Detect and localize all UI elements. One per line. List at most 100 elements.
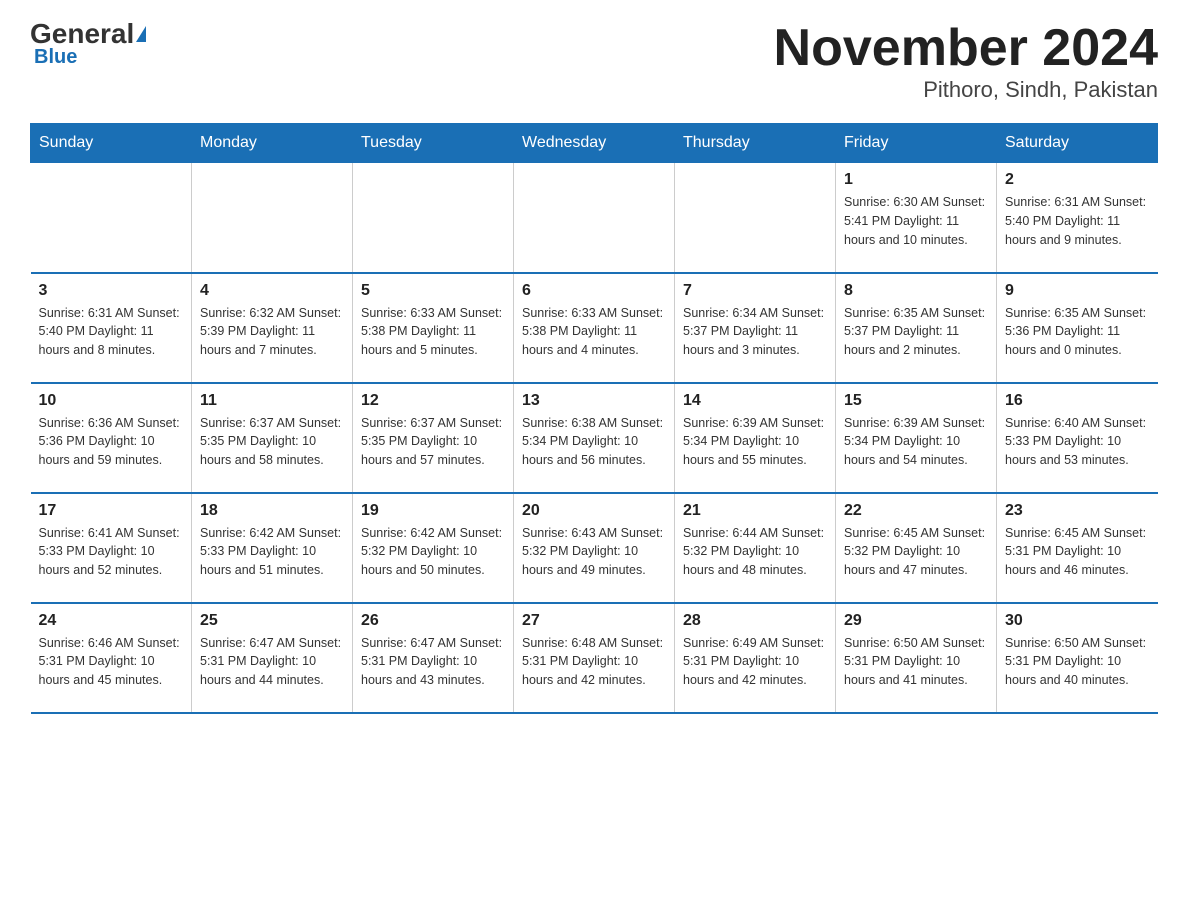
calendar-cell: 26 Sunrise: 6:47 AM Sunset: 5:31 PM Dayli… (353, 603, 514, 713)
calendar-cell: 9Sunrise: 6:35 AM Sunset: 5:36 PM Daylig… (997, 273, 1158, 383)
day-number: 10 (39, 392, 184, 410)
day-number: 19 (361, 502, 505, 520)
header-tuesday: Tuesday (353, 124, 514, 163)
day-number: 27 (522, 612, 666, 630)
day-info: Sunrise: 6:45 AM Sunset: 5:32 PM Dayligh… (844, 524, 988, 580)
calendar-cell: 8 Sunrise: 6:35 AM Sunset: 5:37 PM Daylig… (836, 273, 997, 383)
logo-blue: Blue (34, 46, 77, 69)
day-number: 28 (683, 612, 827, 630)
day-number: 18 (200, 502, 344, 520)
day-info: Sunrise: 6:39 AM Sunset: 5:34 PM Dayligh… (844, 414, 988, 470)
calendar-cell: 13 Sunrise: 6:38 AM Sunset: 5:34 PM Dayli… (514, 383, 675, 493)
calendar-cell: 19Sunrise: 6:42 AM Sunset: 5:32 PM Dayli… (353, 493, 514, 603)
title-block: November 2024 Pithoro, Sindh, Pakistan (774, 20, 1158, 103)
day-info: Sunrise: 6:47 AM Sunset: 5:31 PM Dayligh… (200, 634, 344, 690)
calendar-cell: 10 Sunrise: 6:36 AM Sunset: 5:36 PM Dayli… (31, 383, 192, 493)
day-number: 2 (1005, 171, 1150, 189)
day-info: Sunrise: 6:33 AM Sunset: 5:38 PM Dayligh… (522, 304, 666, 360)
day-info: Sunrise: 6:31 AM Sunset: 5:40 PM Dayligh… (39, 304, 184, 360)
day-info: Sunrise: 6:33 AM Sunset: 5:38 PM Dayligh… (361, 304, 505, 360)
day-info: Sunrise: 6:36 AM Sunset: 5:36 PM Dayligh… (39, 414, 184, 470)
day-number: 1 (844, 171, 988, 189)
day-number: 22 (844, 502, 988, 520)
day-number: 20 (522, 502, 666, 520)
day-number: 8 (844, 282, 988, 300)
calendar-cell (31, 163, 192, 273)
header-monday: Monday (192, 124, 353, 163)
logo-triangle-icon (136, 26, 146, 42)
day-number: 23 (1005, 502, 1150, 520)
calendar-cell: 24 Sunrise: 6:46 AM Sunset: 5:31 PM Dayli… (31, 603, 192, 713)
header-wednesday: Wednesday (514, 124, 675, 163)
day-number: 24 (39, 612, 184, 630)
day-number: 30 (1005, 612, 1150, 630)
logo: General Blue (30, 20, 146, 69)
day-info: Sunrise: 6:41 AM Sunset: 5:33 PM Dayligh… (39, 524, 184, 580)
day-info: Sunrise: 6:39 AM Sunset: 5:34 PM Dayligh… (683, 414, 827, 470)
calendar-cell: 6 Sunrise: 6:33 AM Sunset: 5:38 PM Daylig… (514, 273, 675, 383)
day-number: 25 (200, 612, 344, 630)
day-number: 21 (683, 502, 827, 520)
day-info: Sunrise: 6:47 AM Sunset: 5:31 PM Dayligh… (361, 634, 505, 690)
day-info: Sunrise: 6:45 AM Sunset: 5:31 PM Dayligh… (1005, 524, 1150, 580)
day-info: Sunrise: 6:37 AM Sunset: 5:35 PM Dayligh… (361, 414, 505, 470)
calendar-cell (353, 163, 514, 273)
day-info: Sunrise: 6:44 AM Sunset: 5:32 PM Dayligh… (683, 524, 827, 580)
day-number: 6 (522, 282, 666, 300)
day-number: 26 (361, 612, 505, 630)
header-saturday: Saturday (997, 124, 1158, 163)
calendar-cell (675, 163, 836, 273)
calendar-cell: 4Sunrise: 6:32 AM Sunset: 5:39 PM Daylig… (192, 273, 353, 383)
day-info: Sunrise: 6:43 AM Sunset: 5:32 PM Dayligh… (522, 524, 666, 580)
calendar-subtitle: Pithoro, Sindh, Pakistan (774, 77, 1158, 103)
day-number: 15 (844, 392, 988, 410)
calendar-week-row: 24 Sunrise: 6:46 AM Sunset: 5:31 PM Dayli… (31, 603, 1158, 713)
day-number: 16 (1005, 392, 1150, 410)
day-info: Sunrise: 6:48 AM Sunset: 5:31 PM Dayligh… (522, 634, 666, 690)
day-number: 11 (200, 392, 344, 410)
calendar-cell: 25 Sunrise: 6:47 AM Sunset: 5:31 PM Dayli… (192, 603, 353, 713)
calendar-cell: 5Sunrise: 6:33 AM Sunset: 5:38 PM Daylig… (353, 273, 514, 383)
day-info: Sunrise: 6:38 AM Sunset: 5:34 PM Dayligh… (522, 414, 666, 470)
calendar-header-row: SundayMondayTuesdayWednesdayThursdayFrid… (31, 124, 1158, 163)
calendar-week-row: 3Sunrise: 6:31 AM Sunset: 5:40 PM Daylig… (31, 273, 1158, 383)
day-info: Sunrise: 6:46 AM Sunset: 5:31 PM Dayligh… (39, 634, 184, 690)
day-info: Sunrise: 6:40 AM Sunset: 5:33 PM Dayligh… (1005, 414, 1150, 470)
page-header: General Blue November 2024 Pithoro, Sind… (30, 20, 1158, 103)
calendar-week-row: 1 Sunrise: 6:30 AM Sunset: 5:41 PM Daylig… (31, 163, 1158, 273)
calendar-week-row: 17 Sunrise: 6:41 AM Sunset: 5:33 PM Dayli… (31, 493, 1158, 603)
day-info: Sunrise: 6:35 AM Sunset: 5:36 PM Dayligh… (1005, 304, 1150, 360)
calendar-cell: 30Sunrise: 6:50 AM Sunset: 5:31 PM Dayli… (997, 603, 1158, 713)
calendar-cell: 3Sunrise: 6:31 AM Sunset: 5:40 PM Daylig… (31, 273, 192, 383)
calendar-cell: 17 Sunrise: 6:41 AM Sunset: 5:33 PM Dayli… (31, 493, 192, 603)
logo-general: General (30, 20, 134, 48)
day-info: Sunrise: 6:32 AM Sunset: 5:39 PM Dayligh… (200, 304, 344, 360)
calendar-cell: 11 Sunrise: 6:37 AM Sunset: 5:35 PM Dayli… (192, 383, 353, 493)
header-thursday: Thursday (675, 124, 836, 163)
day-info: Sunrise: 6:37 AM Sunset: 5:35 PM Dayligh… (200, 414, 344, 470)
calendar-cell (514, 163, 675, 273)
day-info: Sunrise: 6:30 AM Sunset: 5:41 PM Dayligh… (844, 193, 988, 249)
day-number: 14 (683, 392, 827, 410)
header-friday: Friday (836, 124, 997, 163)
calendar-cell: 1 Sunrise: 6:30 AM Sunset: 5:41 PM Daylig… (836, 163, 997, 273)
day-info: Sunrise: 6:35 AM Sunset: 5:37 PM Dayligh… (844, 304, 988, 360)
calendar-cell: 20 Sunrise: 6:43 AM Sunset: 5:32 PM Dayli… (514, 493, 675, 603)
calendar-cell: 29 Sunrise: 6:50 AM Sunset: 5:31 PM Dayli… (836, 603, 997, 713)
day-number: 17 (39, 502, 184, 520)
calendar-cell: 14 Sunrise: 6:39 AM Sunset: 5:34 PM Dayli… (675, 383, 836, 493)
calendar-title: November 2024 (774, 20, 1158, 77)
calendar-cell: 28 Sunrise: 6:49 AM Sunset: 5:31 PM Dayli… (675, 603, 836, 713)
day-number: 13 (522, 392, 666, 410)
day-number: 12 (361, 392, 505, 410)
day-info: Sunrise: 6:31 AM Sunset: 5:40 PM Dayligh… (1005, 193, 1150, 249)
day-number: 29 (844, 612, 988, 630)
calendar-cell: 18Sunrise: 6:42 AM Sunset: 5:33 PM Dayli… (192, 493, 353, 603)
day-info: Sunrise: 6:50 AM Sunset: 5:31 PM Dayligh… (844, 634, 988, 690)
calendar-cell: 27 Sunrise: 6:48 AM Sunset: 5:31 PM Dayli… (514, 603, 675, 713)
calendar-cell: 23 Sunrise: 6:45 AM Sunset: 5:31 PM Dayli… (997, 493, 1158, 603)
calendar-cell (192, 163, 353, 273)
calendar-cell: 16 Sunrise: 6:40 AM Sunset: 5:33 PM Dayli… (997, 383, 1158, 493)
day-info: Sunrise: 6:49 AM Sunset: 5:31 PM Dayligh… (683, 634, 827, 690)
day-info: Sunrise: 6:34 AM Sunset: 5:37 PM Dayligh… (683, 304, 827, 360)
